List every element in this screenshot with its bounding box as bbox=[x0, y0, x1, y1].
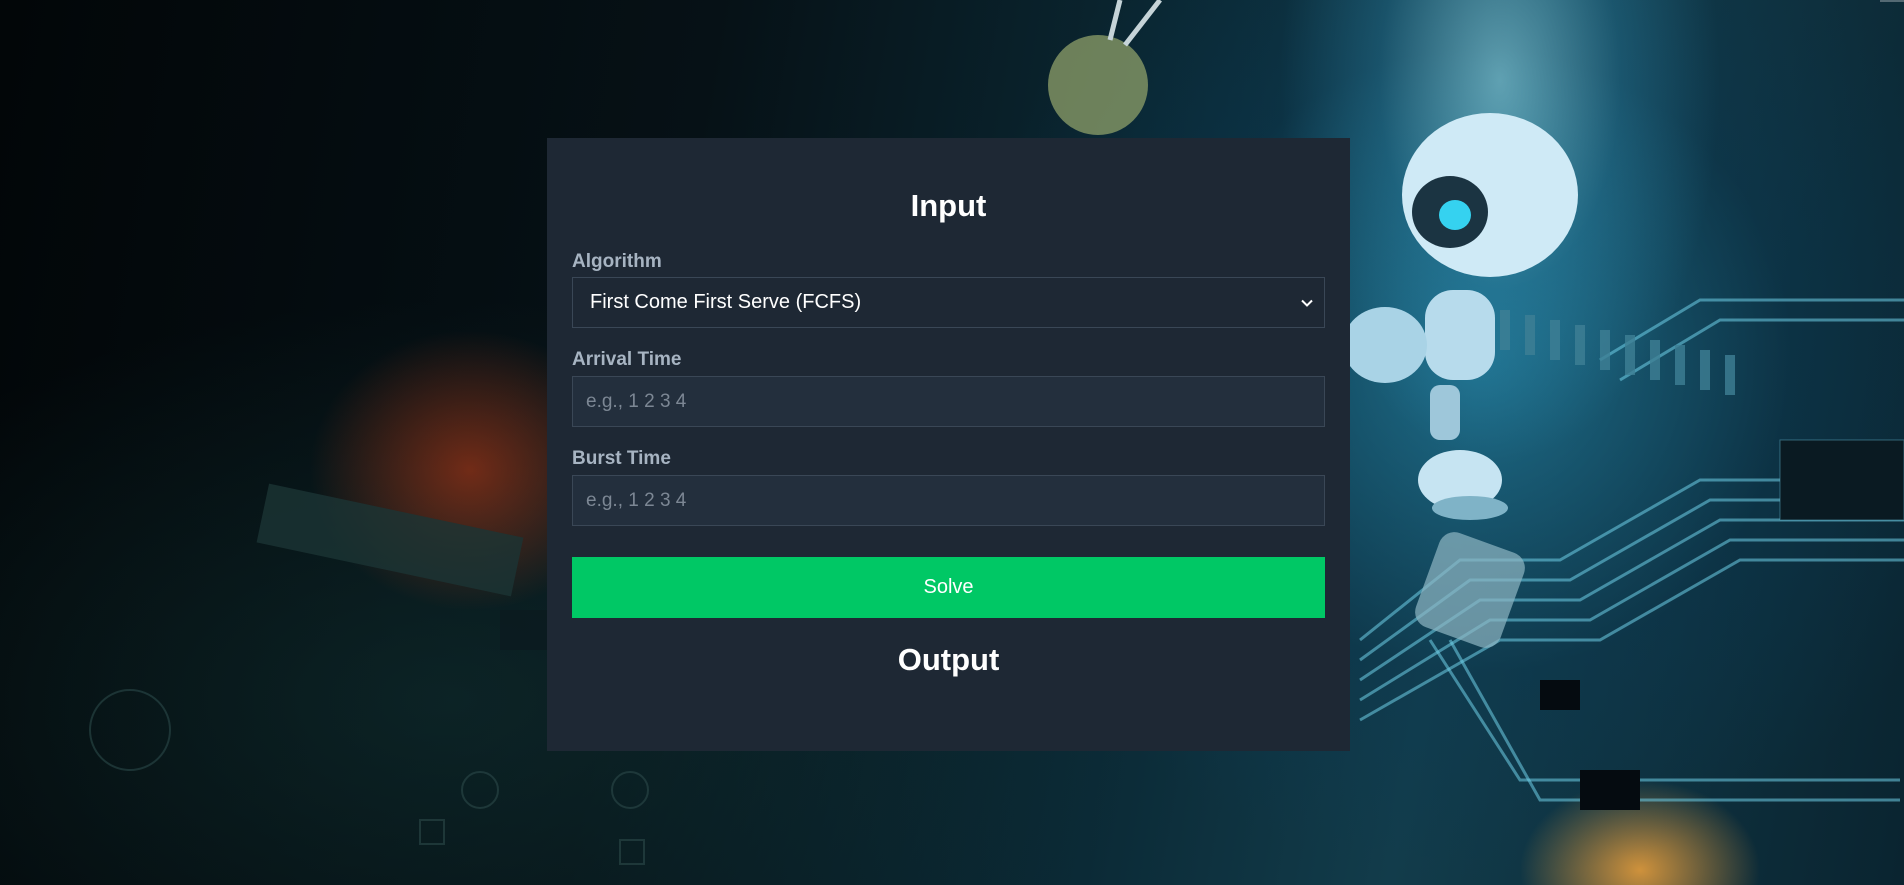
burst-time-input[interactable] bbox=[572, 475, 1325, 526]
output-heading: Output bbox=[897, 642, 1000, 677]
arrival-time-input[interactable] bbox=[572, 376, 1325, 427]
arrival-time-group: Arrival Time bbox=[572, 349, 1325, 427]
chevron-down-icon bbox=[1301, 299, 1313, 307]
algorithm-label: Algorithm bbox=[572, 251, 662, 272]
algorithm-selected-value: First Come First Serve (FCFS) bbox=[590, 291, 862, 313]
scheduler-panel: Input Algorithm First Come First Serve (… bbox=[547, 138, 1350, 751]
burst-time-label: Burst Time bbox=[572, 448, 671, 469]
algorithm-group: Algorithm First Come First Serve (FCFS) bbox=[572, 251, 1325, 328]
app-root: Input Algorithm First Come First Serve (… bbox=[0, 0, 1904, 885]
algorithm-select[interactable]: First Come First Serve (FCFS) bbox=[572, 277, 1325, 328]
burst-time-group: Burst Time bbox=[572, 448, 1325, 526]
solve-button[interactable]: Solve bbox=[572, 557, 1325, 618]
arrival-time-label: Arrival Time bbox=[572, 349, 682, 370]
input-heading: Input bbox=[910, 188, 987, 223]
